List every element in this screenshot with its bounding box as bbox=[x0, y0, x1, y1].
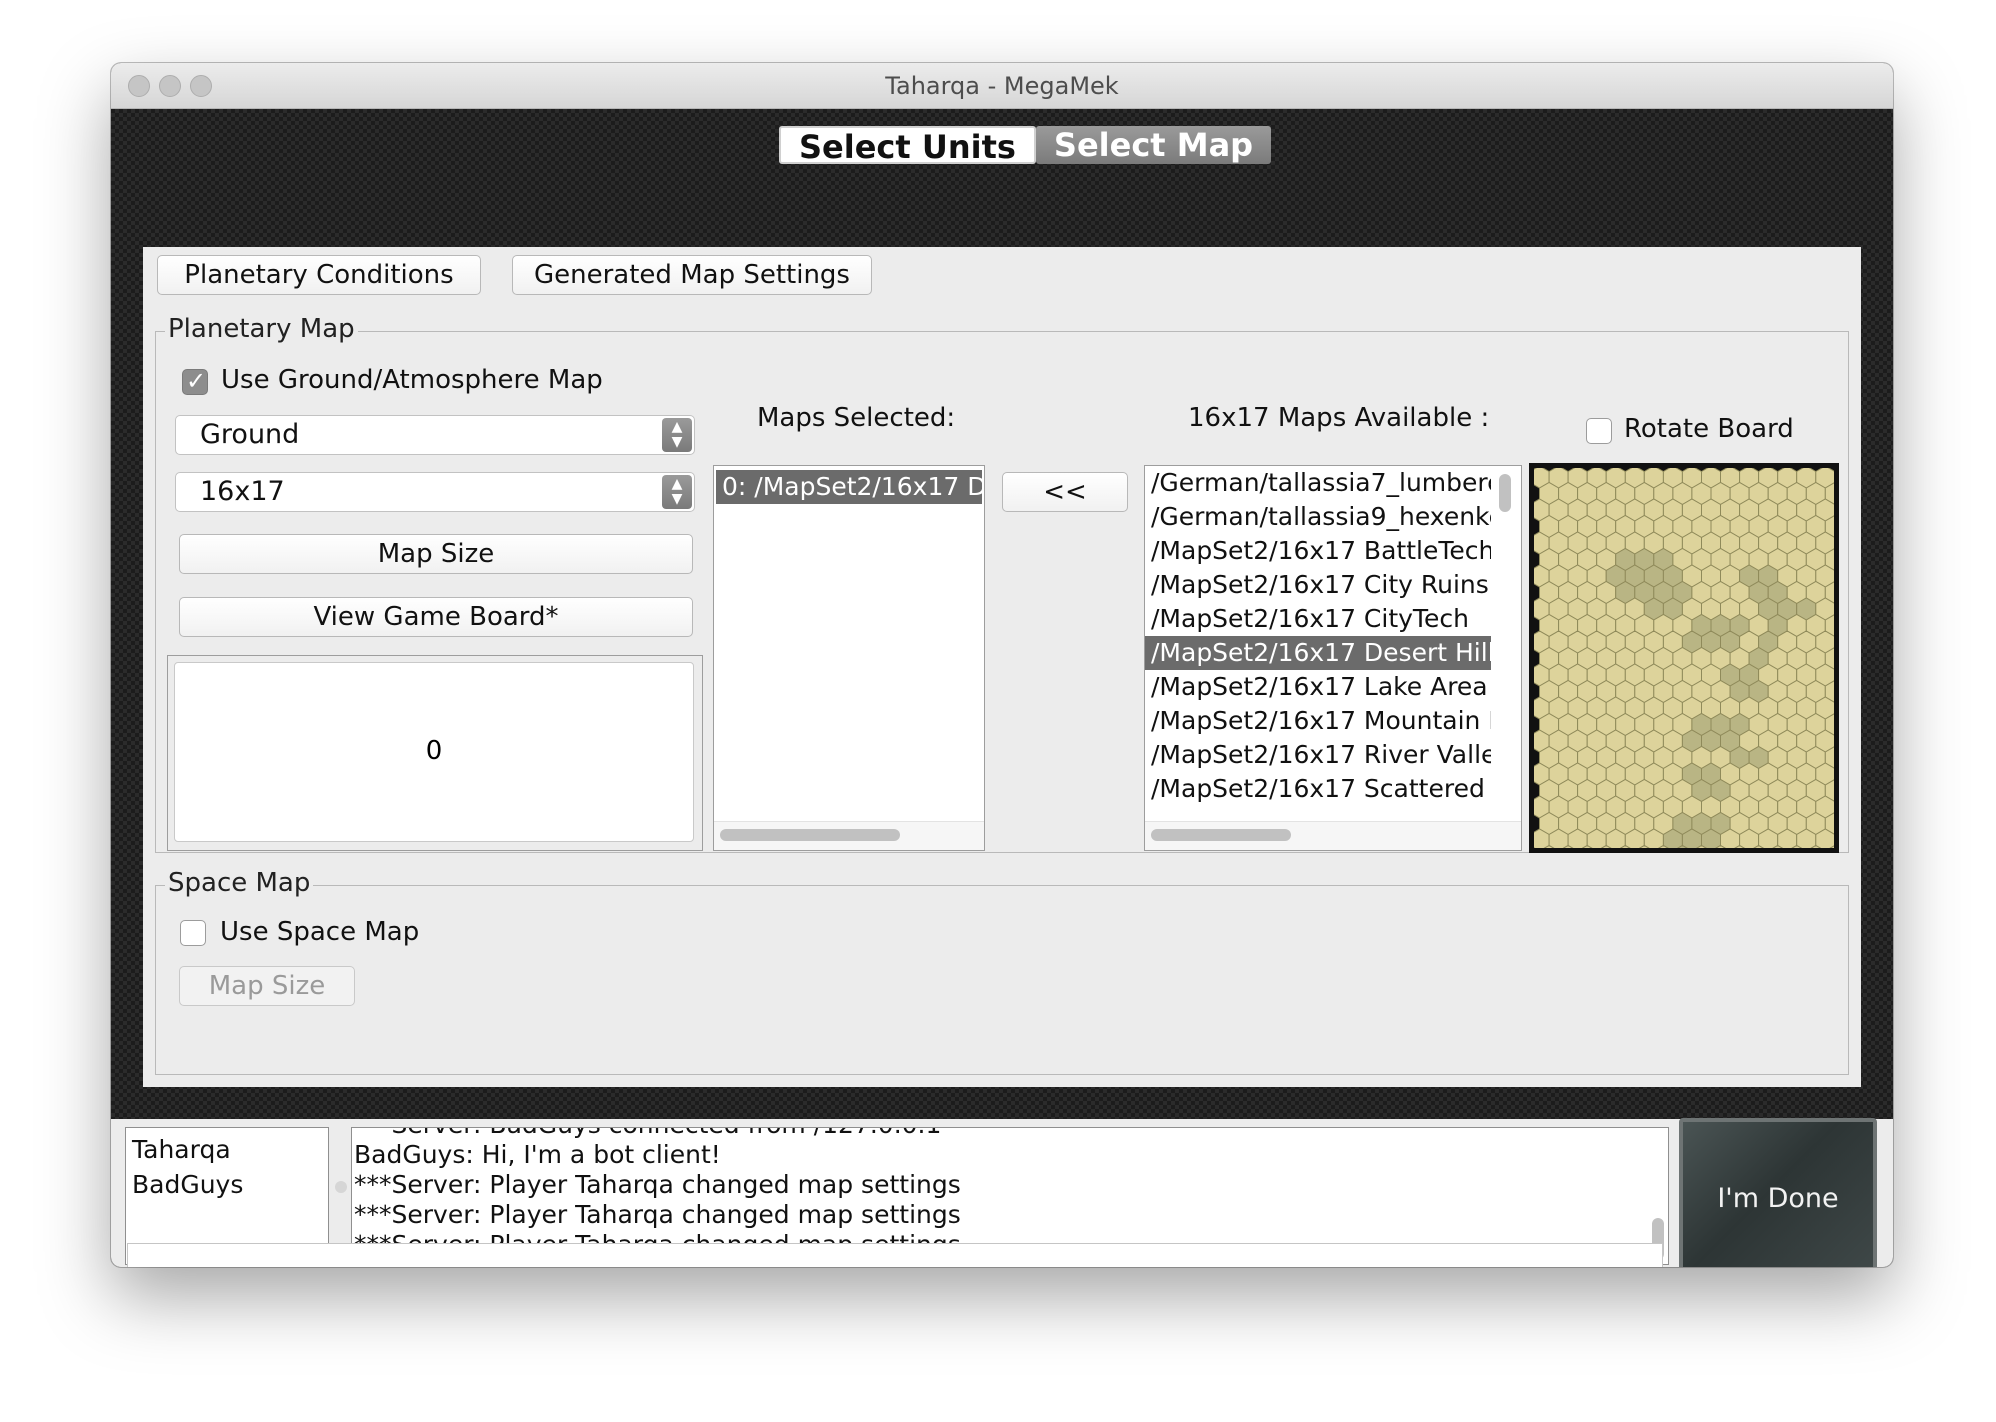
maps-available-item[interactable]: /MapSet2/16x17 Lake Area bbox=[1145, 670, 1491, 704]
maps-selected-list[interactable]: 0: /MapSet2/16x17 D bbox=[713, 465, 985, 851]
maps-available-item[interactable]: /MapSet2/16x17 River Valley bbox=[1145, 738, 1491, 772]
maps-available-item[interactable]: /MapSet2/16x17 Scattered W bbox=[1145, 772, 1491, 806]
map-type-select[interactable]: Ground ▲ ▼ bbox=[175, 415, 695, 455]
use-ground-map-label: Use Ground/Atmosphere Map bbox=[221, 365, 603, 395]
chat-line: ***Server: Player Taharqa changed map se… bbox=[354, 1200, 961, 1229]
maps-selected-hscroll[interactable] bbox=[714, 821, 984, 850]
hscroll-thumb[interactable] bbox=[1151, 829, 1291, 841]
space-map-group bbox=[155, 885, 1849, 1075]
board-preview[interactable] bbox=[1529, 463, 1839, 853]
use-space-map-checkbox[interactable] bbox=[180, 920, 206, 946]
board-size-value: 16x17 bbox=[200, 476, 285, 507]
maps-selected-label: Maps Selected: bbox=[757, 403, 956, 433]
maps-available-item[interactable]: /MapSet2/16x17 CityTech bbox=[1145, 602, 1491, 636]
planetary-map-title: Planetary Map bbox=[165, 314, 358, 344]
maps-available-item[interactable]: /MapSet2/16x17 Mountain La bbox=[1145, 704, 1491, 738]
chat-input[interactable] bbox=[127, 1243, 1663, 1267]
chat-line: ***Server: BadGuys connected from /127.0… bbox=[352, 1128, 1668, 1140]
chat-line: ***Server: Player Taharqa changed map se… bbox=[354, 1170, 961, 1199]
maps-available-label: 16x17 Maps Available : bbox=[1188, 403, 1490, 433]
im-done-button[interactable]: I'm Done bbox=[1679, 1118, 1877, 1267]
remove-map-button[interactable]: << bbox=[1002, 472, 1128, 512]
hex-map-preview bbox=[1534, 468, 1834, 848]
maps-available-item[interactable]: /MapSet2/16x17 City Ruins bbox=[1145, 568, 1491, 602]
player-name: Taharqa bbox=[132, 1135, 231, 1164]
tab-select-map[interactable]: Select Map bbox=[1035, 126, 1272, 164]
rotate-board-checkbox[interactable] bbox=[1586, 418, 1612, 444]
megamek-window: Taharqa - MegaMek Select Units Select Ma… bbox=[111, 63, 1893, 1267]
lobby-tabs: Select Units Select Map bbox=[779, 126, 1272, 166]
map-size-button[interactable]: Map Size bbox=[179, 534, 693, 574]
lobby-frame: Select Units Select Map Planetary Condit… bbox=[111, 109, 1893, 1267]
maps-available-item[interactable]: /German/tallassia9_hexenkes bbox=[1145, 500, 1491, 534]
hscroll-thumb[interactable] bbox=[720, 829, 900, 841]
planetary-conditions-button[interactable]: Planetary Conditions bbox=[157, 255, 481, 295]
maps-selected-rows: 0: /MapSet2/16x17 D bbox=[714, 466, 984, 504]
chat-line: BadGuys: Hi, I'm a bot client! bbox=[354, 1140, 721, 1169]
rotate-board-label: Rotate Board bbox=[1624, 414, 1794, 444]
map-type-value: Ground bbox=[200, 419, 300, 450]
use-ground-map-checkbox[interactable] bbox=[182, 367, 208, 395]
maps-available-item[interactable]: /MapSet2/16x17 Desert Hills bbox=[1145, 636, 1491, 670]
space-map-title: Space Map bbox=[165, 868, 314, 898]
map-count-display: 0 bbox=[174, 662, 694, 842]
board-size-select[interactable]: 16x17 ▲ ▼ bbox=[175, 472, 695, 512]
maps-selected-item[interactable]: 0: /MapSet2/16x17 D bbox=[716, 470, 984, 504]
maps-available-item[interactable]: /German/tallassia7_lumberca bbox=[1145, 466, 1491, 500]
tab-select-units[interactable]: Select Units bbox=[779, 126, 1036, 166]
maps-available-rows: /German/tallassia7_lumberca/German/talla… bbox=[1145, 466, 1491, 806]
title-bar: Taharqa - MegaMek bbox=[111, 63, 1893, 109]
splitter-handle[interactable] bbox=[335, 1181, 347, 1193]
maps-available-hscroll[interactable] bbox=[1145, 821, 1521, 850]
select-arrows-icon: ▲ ▼ bbox=[662, 418, 692, 452]
maps-available-list[interactable]: /German/tallassia7_lumberca/German/talla… bbox=[1144, 465, 1522, 851]
map-settings-panel: Planetary Conditions Generated Map Setti… bbox=[143, 247, 1861, 1087]
space-map-size-button[interactable]: Map Size bbox=[179, 966, 355, 1006]
use-space-map-label: Use Space Map bbox=[220, 917, 420, 947]
vscroll-thumb[interactable] bbox=[1499, 474, 1511, 512]
maps-available-item[interactable]: /MapSet2/16x17 BattleTech bbox=[1145, 534, 1491, 568]
generated-map-settings-button[interactable]: Generated Map Settings bbox=[512, 255, 872, 295]
window-title: Taharqa - MegaMek bbox=[885, 72, 1119, 100]
player-name: BadGuys bbox=[132, 1170, 244, 1199]
view-game-board-button[interactable]: View Game Board* bbox=[179, 597, 693, 637]
map-count-frame: 0 bbox=[167, 655, 703, 851]
select-arrows-icon: ▲ ▼ bbox=[662, 475, 692, 509]
